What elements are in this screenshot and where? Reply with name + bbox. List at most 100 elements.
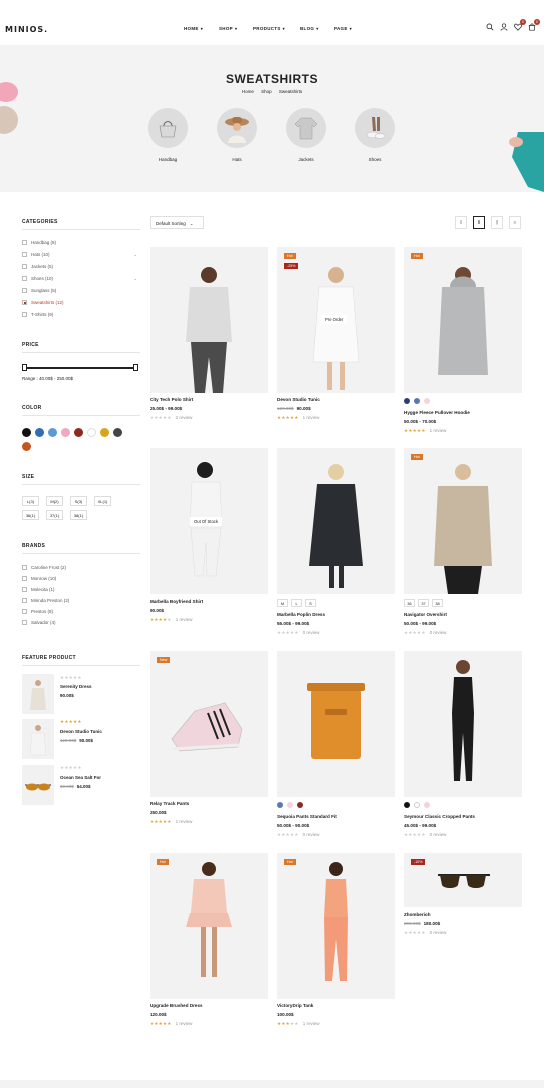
color-option[interactable] <box>424 802 430 808</box>
color-option[interactable] <box>277 802 283 808</box>
nav-products[interactable]: PRODUCTS ▾ <box>253 26 285 31</box>
chevron-down-icon[interactable]: ⌄ <box>134 252 137 257</box>
size-chip[interactable]: XL(1) <box>94 496 111 506</box>
category-filter-item-active[interactable]: Sweatshirts (12) <box>22 300 137 305</box>
category-hats[interactable] <box>217 108 257 148</box>
variant-chip[interactable]: 36 <box>404 599 415 607</box>
size-chip[interactable]: M(2) <box>46 496 63 506</box>
variant-chip[interactable]: S <box>305 599 316 607</box>
view-list-button[interactable]: ≡ <box>509 216 521 229</box>
brand-filter-item[interactable]: Mirinda Preston (2) <box>22 598 137 603</box>
category-jackets[interactable] <box>286 108 326 148</box>
price-slider-min-handle[interactable] <box>22 364 27 371</box>
category-filter-item[interactable]: T-Shirts (9) <box>22 312 137 317</box>
brand-filter-item[interactable]: Molecita (1) <box>22 587 137 592</box>
color-option[interactable] <box>297 802 303 808</box>
product-name[interactable]: Relay Track Pants <box>150 801 189 806</box>
size-chip[interactable]: L(3) <box>22 496 39 506</box>
brand-filter-item[interactable]: Salvador (4) <box>22 620 137 625</box>
size-chip[interactable]: 38(1) <box>70 510 87 520</box>
checkbox[interactable] <box>22 620 27 625</box>
variant-chip[interactable]: M <box>277 599 288 607</box>
product-image[interactable] <box>404 247 522 393</box>
variant-chip[interactable]: 37 <box>418 599 429 607</box>
category-label[interactable]: Handbag <box>148 157 188 162</box>
feature-product-image[interactable] <box>22 674 54 714</box>
size-chip[interactable]: 36(1) <box>22 510 39 520</box>
checkbox[interactable] <box>22 565 27 570</box>
product-image[interactable] <box>150 651 268 797</box>
product-name[interactable]: Seymour Classic Cropped Pants <box>404 814 475 819</box>
product-name[interactable]: Navigator Overshirt <box>404 612 447 617</box>
checkbox[interactable] <box>22 609 27 614</box>
size-chip[interactable]: 37(1) <box>46 510 63 520</box>
nav-blog[interactable]: BLOG ▾ <box>300 26 319 31</box>
checkbox[interactable] <box>22 276 27 281</box>
color-option[interactable] <box>414 802 420 808</box>
color-option[interactable] <box>287 802 293 808</box>
category-label[interactable]: Jackets <box>286 157 326 162</box>
color-swatch-black[interactable] <box>22 428 31 437</box>
category-shoes[interactable] <box>355 108 395 148</box>
product-image[interactable] <box>277 853 395 999</box>
checkbox[interactable] <box>22 576 27 581</box>
product-name[interactable]: Upgrade Brushed Dress <box>150 1003 203 1008</box>
product-name[interactable]: Hygge Fleece Pullover Hoodie <box>404 410 470 415</box>
sort-select[interactable]: Default Sorting ⌄ <box>150 216 204 229</box>
product-image[interactable] <box>404 651 522 797</box>
checkbox[interactable] <box>22 598 27 603</box>
size-chip[interactable]: S(3) <box>70 496 87 506</box>
brand-filter-item[interactable]: Monrow (10) <box>22 576 137 581</box>
checkbox[interactable] <box>22 587 27 592</box>
nav-home[interactable]: HOME ▾ <box>184 26 203 31</box>
checkbox[interactable] <box>22 252 27 257</box>
color-option[interactable] <box>404 802 410 808</box>
wishlist-icon[interactable]: 0 <box>514 19 526 31</box>
product-name[interactable]: Marbella Boyfriend Shirt <box>150 599 203 604</box>
site-logo[interactable]: MINIOS. <box>5 25 48 34</box>
color-swatch-maroon[interactable] <box>74 428 83 437</box>
checkbox[interactable] <box>22 312 27 317</box>
category-filter-item[interactable]: Shoes (10) ⌄ <box>22 276 137 281</box>
category-label[interactable]: Shoes <box>355 157 395 162</box>
product-name[interactable]: Devon Studio Tunic <box>277 397 320 402</box>
view-3-columns-button[interactable]: ⦀ <box>473 216 485 229</box>
brand-filter-item[interactable]: Prestos (8) <box>22 609 137 614</box>
view-2-columns-button[interactable]: ‖ <box>455 216 467 229</box>
variant-chip[interactable]: 38 <box>432 599 443 607</box>
view-4-columns-button[interactable]: ⫼ <box>491 216 503 229</box>
color-swatch-yellow[interactable] <box>100 428 109 437</box>
color-swatch-orange[interactable] <box>22 442 31 451</box>
category-handbag[interactable] <box>148 108 188 148</box>
nav-shop[interactable]: SHOP ▾ <box>219 26 237 31</box>
color-swatch-white[interactable] <box>87 428 96 437</box>
product-image[interactable] <box>277 651 395 797</box>
product-image[interactable] <box>150 853 268 999</box>
color-option[interactable] <box>424 398 430 404</box>
variant-chip[interactable]: L <box>291 599 302 607</box>
breadcrumb-shop[interactable]: Shop <box>261 89 272 94</box>
feature-product-name[interactable]: Serenity Dress <box>60 684 92 689</box>
search-icon[interactable] <box>486 23 494 31</box>
product-image[interactable] <box>277 448 395 594</box>
product-name[interactable]: Marbella Poplin Dress <box>277 612 325 617</box>
checkbox[interactable] <box>22 288 27 293</box>
color-option[interactable] <box>404 398 410 404</box>
category-label[interactable]: Hats <box>217 157 257 162</box>
nav-page[interactable]: PAGE ▾ <box>334 26 352 31</box>
category-filter-item[interactable]: Sunglass (5) <box>22 288 137 293</box>
feature-product-name[interactable]: Devon Studio Tunic <box>60 729 102 734</box>
breadcrumb-home[interactable]: Home <box>242 89 254 94</box>
color-option[interactable] <box>414 398 420 404</box>
feature-product-name[interactable]: Ocean Sea Salt For <box>60 775 101 780</box>
chevron-down-icon[interactable]: ⌄ <box>134 276 137 281</box>
product-name[interactable]: City Tech Polo Shirt <box>150 397 193 402</box>
checkbox[interactable] <box>22 240 27 245</box>
product-image[interactable] <box>404 448 522 594</box>
color-swatch-dark-gray[interactable] <box>113 428 122 437</box>
feature-product-image[interactable] <box>22 719 54 759</box>
checkbox-checked[interactable] <box>22 300 27 305</box>
color-swatch-light-blue[interactable] <box>48 428 57 437</box>
category-filter-item[interactable]: Handbag (8) <box>22 240 137 245</box>
category-filter-item[interactable]: Hats (10) ⌄ <box>22 252 137 257</box>
